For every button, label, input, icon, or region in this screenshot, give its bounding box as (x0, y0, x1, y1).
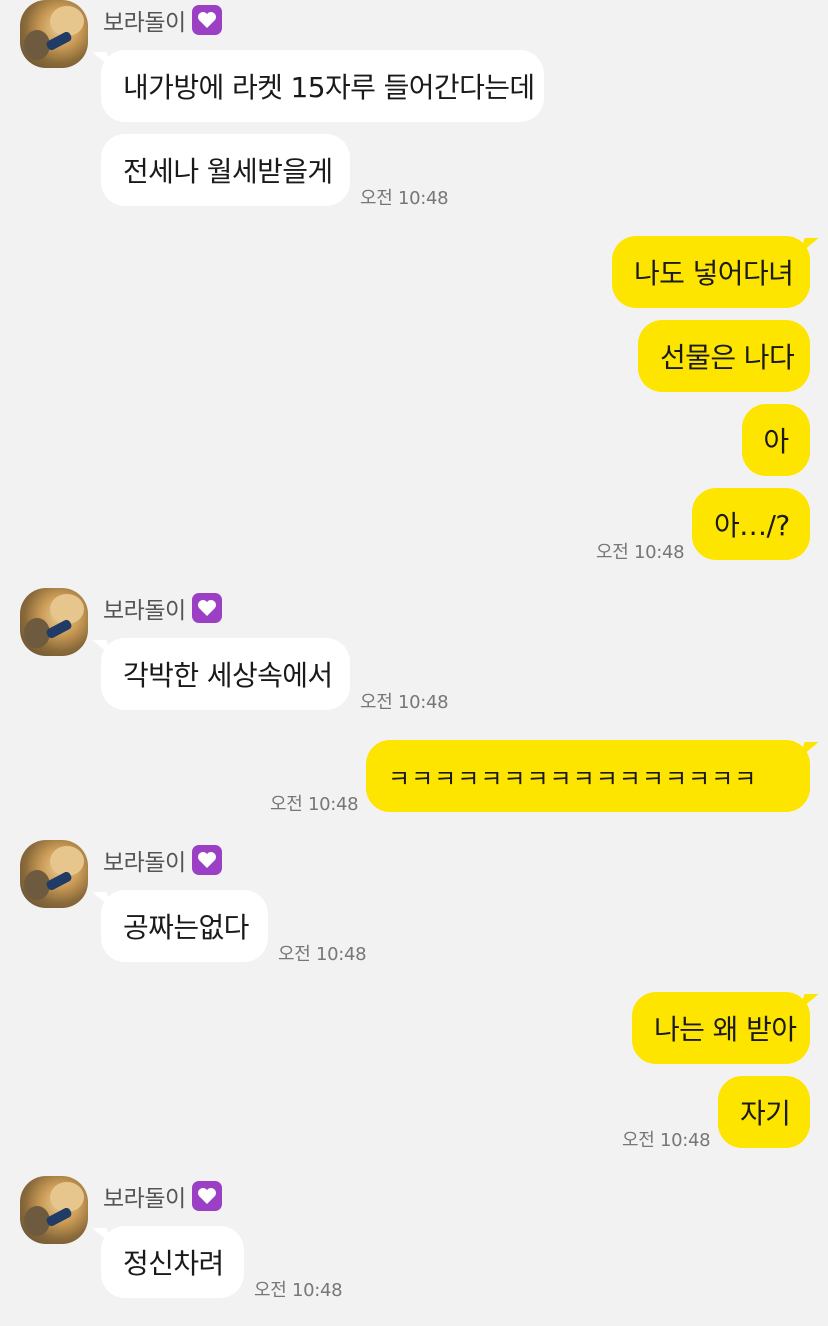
message-bubble-outgoing[interactable]: 아 (742, 404, 810, 476)
sender-name-text: 보라돌이 (103, 850, 186, 876)
message-timestamp: 오전 10:48 (254, 1280, 343, 1301)
message-timestamp: 오전 10:48 (360, 188, 449, 209)
sender-name-text: 보라돌이 (103, 598, 186, 624)
message-bubble-outgoing[interactable]: 아…/? (692, 488, 810, 560)
message-bubble-outgoing[interactable]: 나도 넣어다녀 (612, 236, 810, 308)
contact-avatar[interactable] (20, 588, 88, 656)
message-bubble-outgoing[interactable]: 나는 왜 받아 (632, 992, 810, 1064)
message-timestamp: 오전 10:48 (270, 794, 359, 815)
sender-name-text: 보라돌이 (103, 1186, 186, 1212)
purple-heart-icon (191, 5, 222, 35)
message-bubble-outgoing[interactable]: ㅋㅋㅋㅋㅋㅋㅋㅋㅋㅋㅋㅋㅋㅋㅋㅋ (366, 740, 810, 812)
message-timestamp: 오전 10:48 (596, 542, 685, 563)
purple-heart-icon (191, 845, 222, 875)
message-bubble-incoming[interactable]: 전세나 월세받을게 (101, 134, 350, 206)
message-timestamp: 오전 10:48 (360, 692, 449, 713)
message-bubble-outgoing[interactable]: 선물은 나다 (638, 320, 810, 392)
sender-name: 보라돌이 (103, 844, 222, 876)
message-bubble-incoming[interactable]: 내가방에 라켓 15자루 들어간다는데 (101, 50, 544, 122)
message-timestamp: 오전 10:48 (278, 944, 367, 965)
message-bubble-incoming[interactable]: 정신차려 (101, 1226, 244, 1298)
message-bubble-incoming[interactable]: 공짜는없다 (101, 890, 268, 962)
purple-heart-icon (191, 593, 222, 623)
contact-avatar[interactable] (20, 840, 88, 908)
chat-room: 보라돌이 내가방에 라켓 15자루 들어간다는데 전세나 월세받을게 오전 10… (0, 0, 828, 1326)
sender-name-text: 보라돌이 (103, 10, 186, 36)
sender-name: 보라돌이 (103, 592, 222, 624)
purple-heart-icon (191, 1181, 222, 1211)
message-bubble-outgoing[interactable]: 자기 (718, 1076, 810, 1148)
message-bubble-incoming[interactable]: 각박한 세상속에서 (101, 638, 350, 710)
contact-avatar[interactable] (20, 1176, 88, 1244)
sender-name: 보라돌이 (103, 4, 222, 36)
message-timestamp: 오전 10:48 (622, 1130, 711, 1151)
contact-avatar[interactable] (20, 0, 88, 68)
sender-name: 보라돌이 (103, 1180, 222, 1212)
